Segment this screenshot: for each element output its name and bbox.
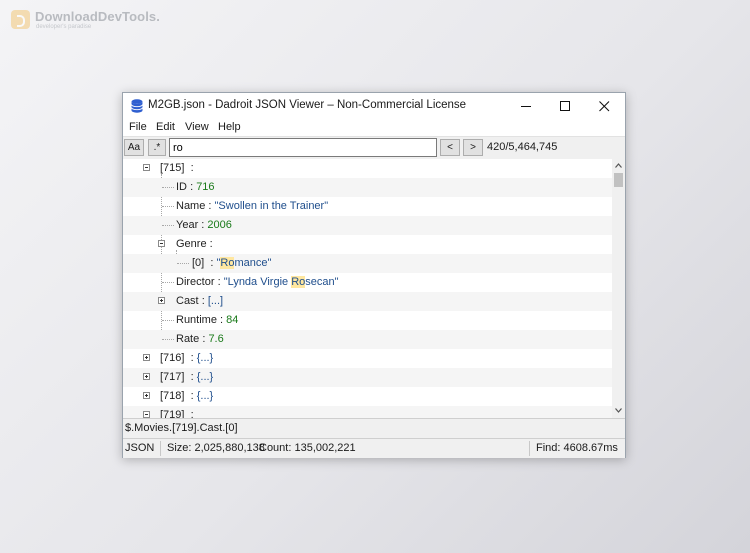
tree-row-genre-0[interactable]: [0] : "Romance" [123,254,612,273]
scroll-up-icon[interactable] [615,163,622,168]
tree-node-716[interactable]: [716] : {...} [123,349,612,368]
watermark-title: DownloadDevTools. [35,9,160,24]
value-string: "Romance" [216,257,272,269]
value-number: 7.6 [208,333,224,345]
app-window: M2GB.json - Dadroit JSON Viewer – Non-Co… [122,92,626,458]
tree-node-719[interactable]: [719] : [123,406,612,418]
window-title: M2GB.json - Dadroit JSON Viewer – Non-Co… [148,99,467,111]
maximize-icon [560,101,570,111]
json-path-bar: $.Movies.[719].Cast.[0] [123,418,625,439]
watermark: DownloadDevTools. developer's paradise [11,10,160,31]
tree-node-718[interactable]: [718] : {...} [123,387,612,406]
menu-edit[interactable]: Edit [156,121,175,133]
status-bar: JSON Size: 2,025,880,138 Count: 135,002,… [123,438,625,458]
minimize-button[interactable] [507,93,545,119]
menu-view[interactable]: View [185,121,209,133]
expand-icon[interactable] [143,392,150,399]
tree-node-715[interactable]: [715] : [123,159,612,178]
scrollbar-thumb[interactable] [614,173,623,187]
match-count: 420/5,464,745 [487,141,558,153]
expand-icon[interactable] [158,297,165,304]
next-match-button[interactable]: > [463,139,483,156]
menu-bar: File Edit View Help [123,119,625,137]
expand-icon[interactable] [143,354,150,361]
previous-match-button[interactable]: < [440,139,460,156]
collapsed-object-value: {...} [196,390,214,402]
tree-row-id[interactable]: ID : 716 [123,178,612,197]
close-icon [599,101,610,112]
regex-button[interactable]: .* [148,139,166,156]
collapse-icon[interactable] [158,240,165,247]
tree-row-rate[interactable]: Rate : 7.6 [123,330,612,349]
tree-row-year[interactable]: Year : 2006 [123,216,612,235]
scroll-down-icon[interactable] [615,408,622,413]
collapse-icon[interactable] [143,164,150,171]
close-button[interactable] [585,93,623,119]
status-find-time: Find: 4608.67ms [536,442,618,454]
search-highlight: Ro [291,276,306,288]
status-format: JSON [125,442,155,454]
tree-row-name[interactable]: Name : "Swollen in the Trainer" [123,197,612,216]
status-count: Count: 135,002,221 [259,442,356,454]
menu-help[interactable]: Help [218,121,241,133]
search-highlight: Ro [220,257,235,269]
collapse-icon[interactable] [143,411,150,418]
match-case-button[interactable]: Aa [124,139,144,156]
collapsed-object-value: {...} [196,352,214,364]
collapsed-array-value: [...] [207,295,224,307]
value-number: 84 [226,314,239,326]
database-icon [131,99,143,113]
collapsed-object-value: {...} [196,371,214,383]
value-string: "Lynda Virgie Rosecan" [223,276,339,288]
expand-icon[interactable] [143,373,150,380]
minimize-icon [521,106,531,107]
node-key: [715] [160,162,185,174]
search-toolbar: Aa .* < > 420/5,464,745 [123,136,625,161]
title-bar[interactable]: M2GB.json - Dadroit JSON Viewer – Non-Co… [123,93,625,119]
menu-file[interactable]: File [129,121,147,133]
tree-row-runtime[interactable]: Runtime : 84 [123,311,612,330]
vertical-scrollbar[interactable] [612,159,625,418]
maximize-button[interactable] [546,93,584,119]
json-path: $.Movies.[719].Cast.[0] [125,422,238,434]
watermark-subtitle: developer's paradise [36,24,92,30]
value-number: 2006 [207,219,232,231]
tree-node-717[interactable]: [717] : {...} [123,368,612,387]
tree-row-genre[interactable]: Genre : [123,235,612,254]
tree-row-cast[interactable]: Cast : [...] [123,292,612,311]
value-number: 716 [196,181,215,193]
tree-row-director[interactable]: Director : "Lynda Virgie Rosecan" [123,273,612,292]
watermark-logo-icon [11,10,30,29]
status-size: Size: 2,025,880,138 [167,442,265,454]
search-input[interactable] [169,138,437,157]
value-string: "Swollen in the Trainer" [214,200,329,212]
json-tree-view: [715] : ID : 716 Name : "Swollen in the … [123,159,612,418]
